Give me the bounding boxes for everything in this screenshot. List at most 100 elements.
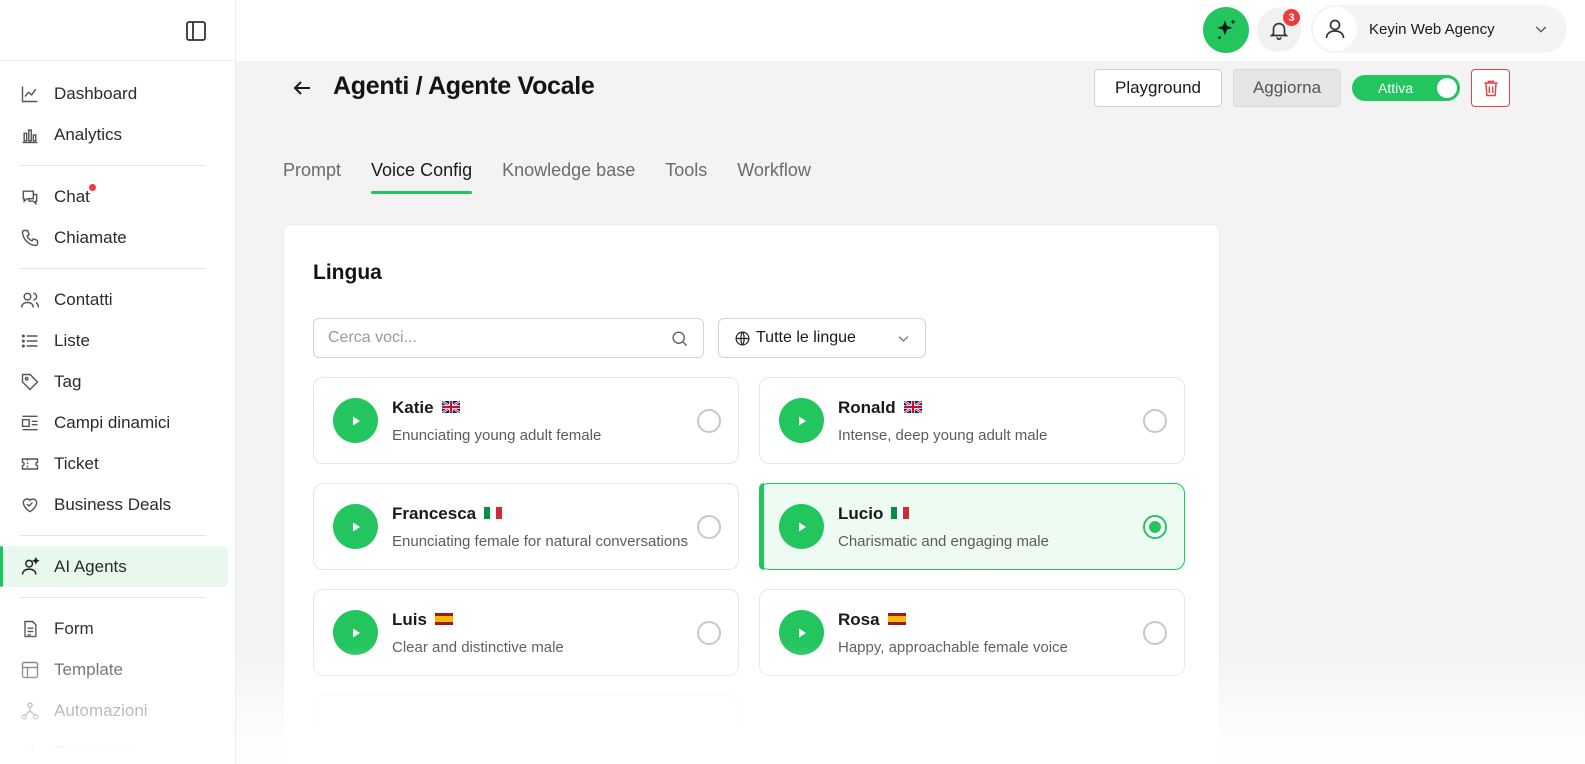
voice-card-luis[interactable]: Luis Clear and distinctive male bbox=[313, 589, 739, 676]
voice-description: Charismatic and engaging male bbox=[838, 533, 1049, 550]
sidebar-item-label: Contatti bbox=[54, 289, 113, 309]
voice-name: Luis bbox=[392, 610, 427, 629]
voice-description: Intense, deep young adult male bbox=[838, 427, 1048, 444]
tab-prompt[interactable]: Prompt bbox=[283, 160, 341, 194]
voice-name: Lucio bbox=[838, 504, 884, 523]
sidebar-nav: Dashboard Analytics Chat Chiamate Contat… bbox=[0, 61, 235, 764]
sidebar-divider bbox=[20, 535, 206, 536]
notifications-button[interactable]: 3 bbox=[1257, 8, 1301, 52]
sidebar-item-ai-agents[interactable]: AI Agents bbox=[0, 546, 228, 587]
play-icon bbox=[352, 628, 360, 637]
play-button[interactable] bbox=[779, 504, 824, 549]
uk-flag-icon bbox=[902, 398, 923, 418]
bar-chart-icon bbox=[20, 125, 40, 145]
line-chart-icon bbox=[20, 84, 40, 104]
sidebar-item-label: Campi dinamici bbox=[54, 412, 171, 432]
voice-name-row: Rosa bbox=[838, 610, 906, 630]
chevron-down-icon bbox=[898, 335, 909, 342]
sidebar-item-template[interactable]: Template bbox=[0, 649, 225, 690]
toggle-label: Attiva bbox=[1378, 80, 1414, 96]
sidebar-item-label: Campagne bbox=[54, 741, 138, 761]
template-icon bbox=[20, 660, 40, 680]
tab-knowledge-base[interactable]: Knowledge base bbox=[502, 160, 635, 194]
voice-card-ronald[interactable]: Ronald Intense, deep young adult male bbox=[759, 377, 1185, 464]
playground-button[interactable]: Playground bbox=[1094, 69, 1222, 107]
sidebar-item-contatti[interactable]: Contatti bbox=[0, 279, 225, 320]
play-button[interactable] bbox=[779, 398, 824, 443]
sidebar-item-label: Template bbox=[54, 659, 123, 679]
voice-card-katie[interactable]: Katie Enunciating young adult female bbox=[313, 377, 739, 464]
delete-button[interactable] bbox=[1471, 69, 1510, 107]
voice-radio[interactable] bbox=[697, 409, 721, 433]
play-icon bbox=[352, 416, 360, 425]
sidebar-item-automazioni[interactable]: Automazioni bbox=[0, 690, 225, 731]
sidebar-item-form[interactable]: Form bbox=[0, 608, 225, 649]
sidebar-item-dashboard[interactable]: Dashboard bbox=[0, 73, 225, 114]
spain-flag-icon bbox=[887, 610, 906, 630]
sidebar-item-label: Chiamate bbox=[54, 227, 127, 247]
sidebar-item-label: Analytics bbox=[54, 124, 123, 144]
tab-workflow[interactable]: Workflow bbox=[737, 160, 811, 194]
sidebar-item-label: Tag bbox=[54, 371, 82, 391]
voice-radio[interactable] bbox=[697, 515, 721, 539]
back-arrow-icon[interactable] bbox=[290, 76, 314, 100]
voice-card-lucio[interactable]: Lucio Charismatic and engaging male bbox=[759, 483, 1185, 570]
avatar bbox=[1313, 7, 1357, 51]
voice-description: Clear and distinctive male bbox=[392, 639, 564, 656]
voice-card-rosa[interactable]: Rosa Happy, approachable female voice bbox=[759, 589, 1185, 676]
sidebar-item-campi-dinamici[interactable]: Campi dinamici bbox=[0, 402, 225, 443]
sidebar-item-ticket[interactable]: Ticket bbox=[0, 443, 225, 484]
voice-name: Katie bbox=[392, 398, 434, 417]
sidebar-item-label: Liste bbox=[54, 330, 90, 350]
account-menu[interactable]: Keyin Web Agency bbox=[1311, 5, 1567, 53]
voice-card-partial bbox=[313, 695, 739, 764]
sidebar-item-tag[interactable]: Tag bbox=[0, 361, 225, 402]
search-icon bbox=[672, 331, 688, 347]
play-button[interactable] bbox=[333, 398, 378, 443]
active-toggle[interactable]: Attiva bbox=[1352, 75, 1460, 101]
automation-icon bbox=[20, 701, 40, 721]
handshake-heart-icon bbox=[20, 495, 40, 515]
tab-tools[interactable]: Tools bbox=[665, 160, 707, 194]
sidebar-toggle-icon[interactable] bbox=[184, 19, 208, 43]
sidebar-divider bbox=[20, 165, 206, 166]
voice-name: Ronald bbox=[838, 398, 896, 417]
tag-icon bbox=[20, 372, 40, 392]
ai-agent-icon bbox=[20, 556, 40, 577]
voice-description: Happy, approachable female voice bbox=[838, 639, 1068, 656]
voice-name-row: Ronald bbox=[838, 398, 923, 418]
play-button[interactable] bbox=[779, 610, 824, 655]
user-icon bbox=[1325, 19, 1345, 39]
play-button[interactable] bbox=[333, 610, 378, 655]
sidebar-item-chat[interactable]: Chat bbox=[0, 176, 225, 217]
sidebar-item-chiamate[interactable]: Chiamate bbox=[0, 217, 225, 258]
play-button[interactable] bbox=[333, 504, 378, 549]
sidebar-divider bbox=[20, 268, 206, 269]
sidebar-item-campagne[interactable]: Campagne bbox=[0, 731, 225, 764]
sparkle-icon bbox=[1217, 19, 1236, 39]
sidebar-item-label: Dashboard bbox=[54, 83, 138, 103]
voice-radio-selected[interactable] bbox=[1143, 515, 1167, 539]
sidebar-item-business-deals[interactable]: Business Deals bbox=[0, 484, 225, 525]
sidebar-item-analytics[interactable]: Analytics bbox=[0, 114, 225, 155]
chat-notification-dot bbox=[89, 184, 96, 191]
voice-radio[interactable] bbox=[1143, 621, 1167, 645]
phone-icon bbox=[20, 228, 40, 248]
sidebar-item-label: Business Deals bbox=[54, 494, 172, 514]
globe-icon bbox=[735, 331, 750, 345]
sidebar-header bbox=[0, 0, 235, 61]
search-input[interactable] bbox=[328, 329, 658, 347]
voice-radio[interactable] bbox=[1143, 409, 1167, 433]
voice-name-row: Lucio bbox=[838, 504, 910, 524]
italy-flag-icon bbox=[891, 504, 910, 524]
update-button[interactable]: Aggiorna bbox=[1233, 69, 1341, 107]
voice-card-francesca[interactable]: Francesca Enunciating female for natural… bbox=[313, 483, 739, 570]
sidebar-item-liste[interactable]: Liste bbox=[0, 320, 225, 361]
play-icon bbox=[798, 416, 806, 425]
ai-assistant-button[interactable] bbox=[1203, 7, 1249, 53]
language-filter-select[interactable]: Tutte le lingue bbox=[718, 318, 926, 358]
voice-radio[interactable] bbox=[697, 621, 721, 645]
play-icon bbox=[352, 522, 360, 531]
sidebar-item-label: Ticket bbox=[54, 453, 99, 473]
tab-voice-config[interactable]: Voice Config bbox=[371, 160, 473, 194]
